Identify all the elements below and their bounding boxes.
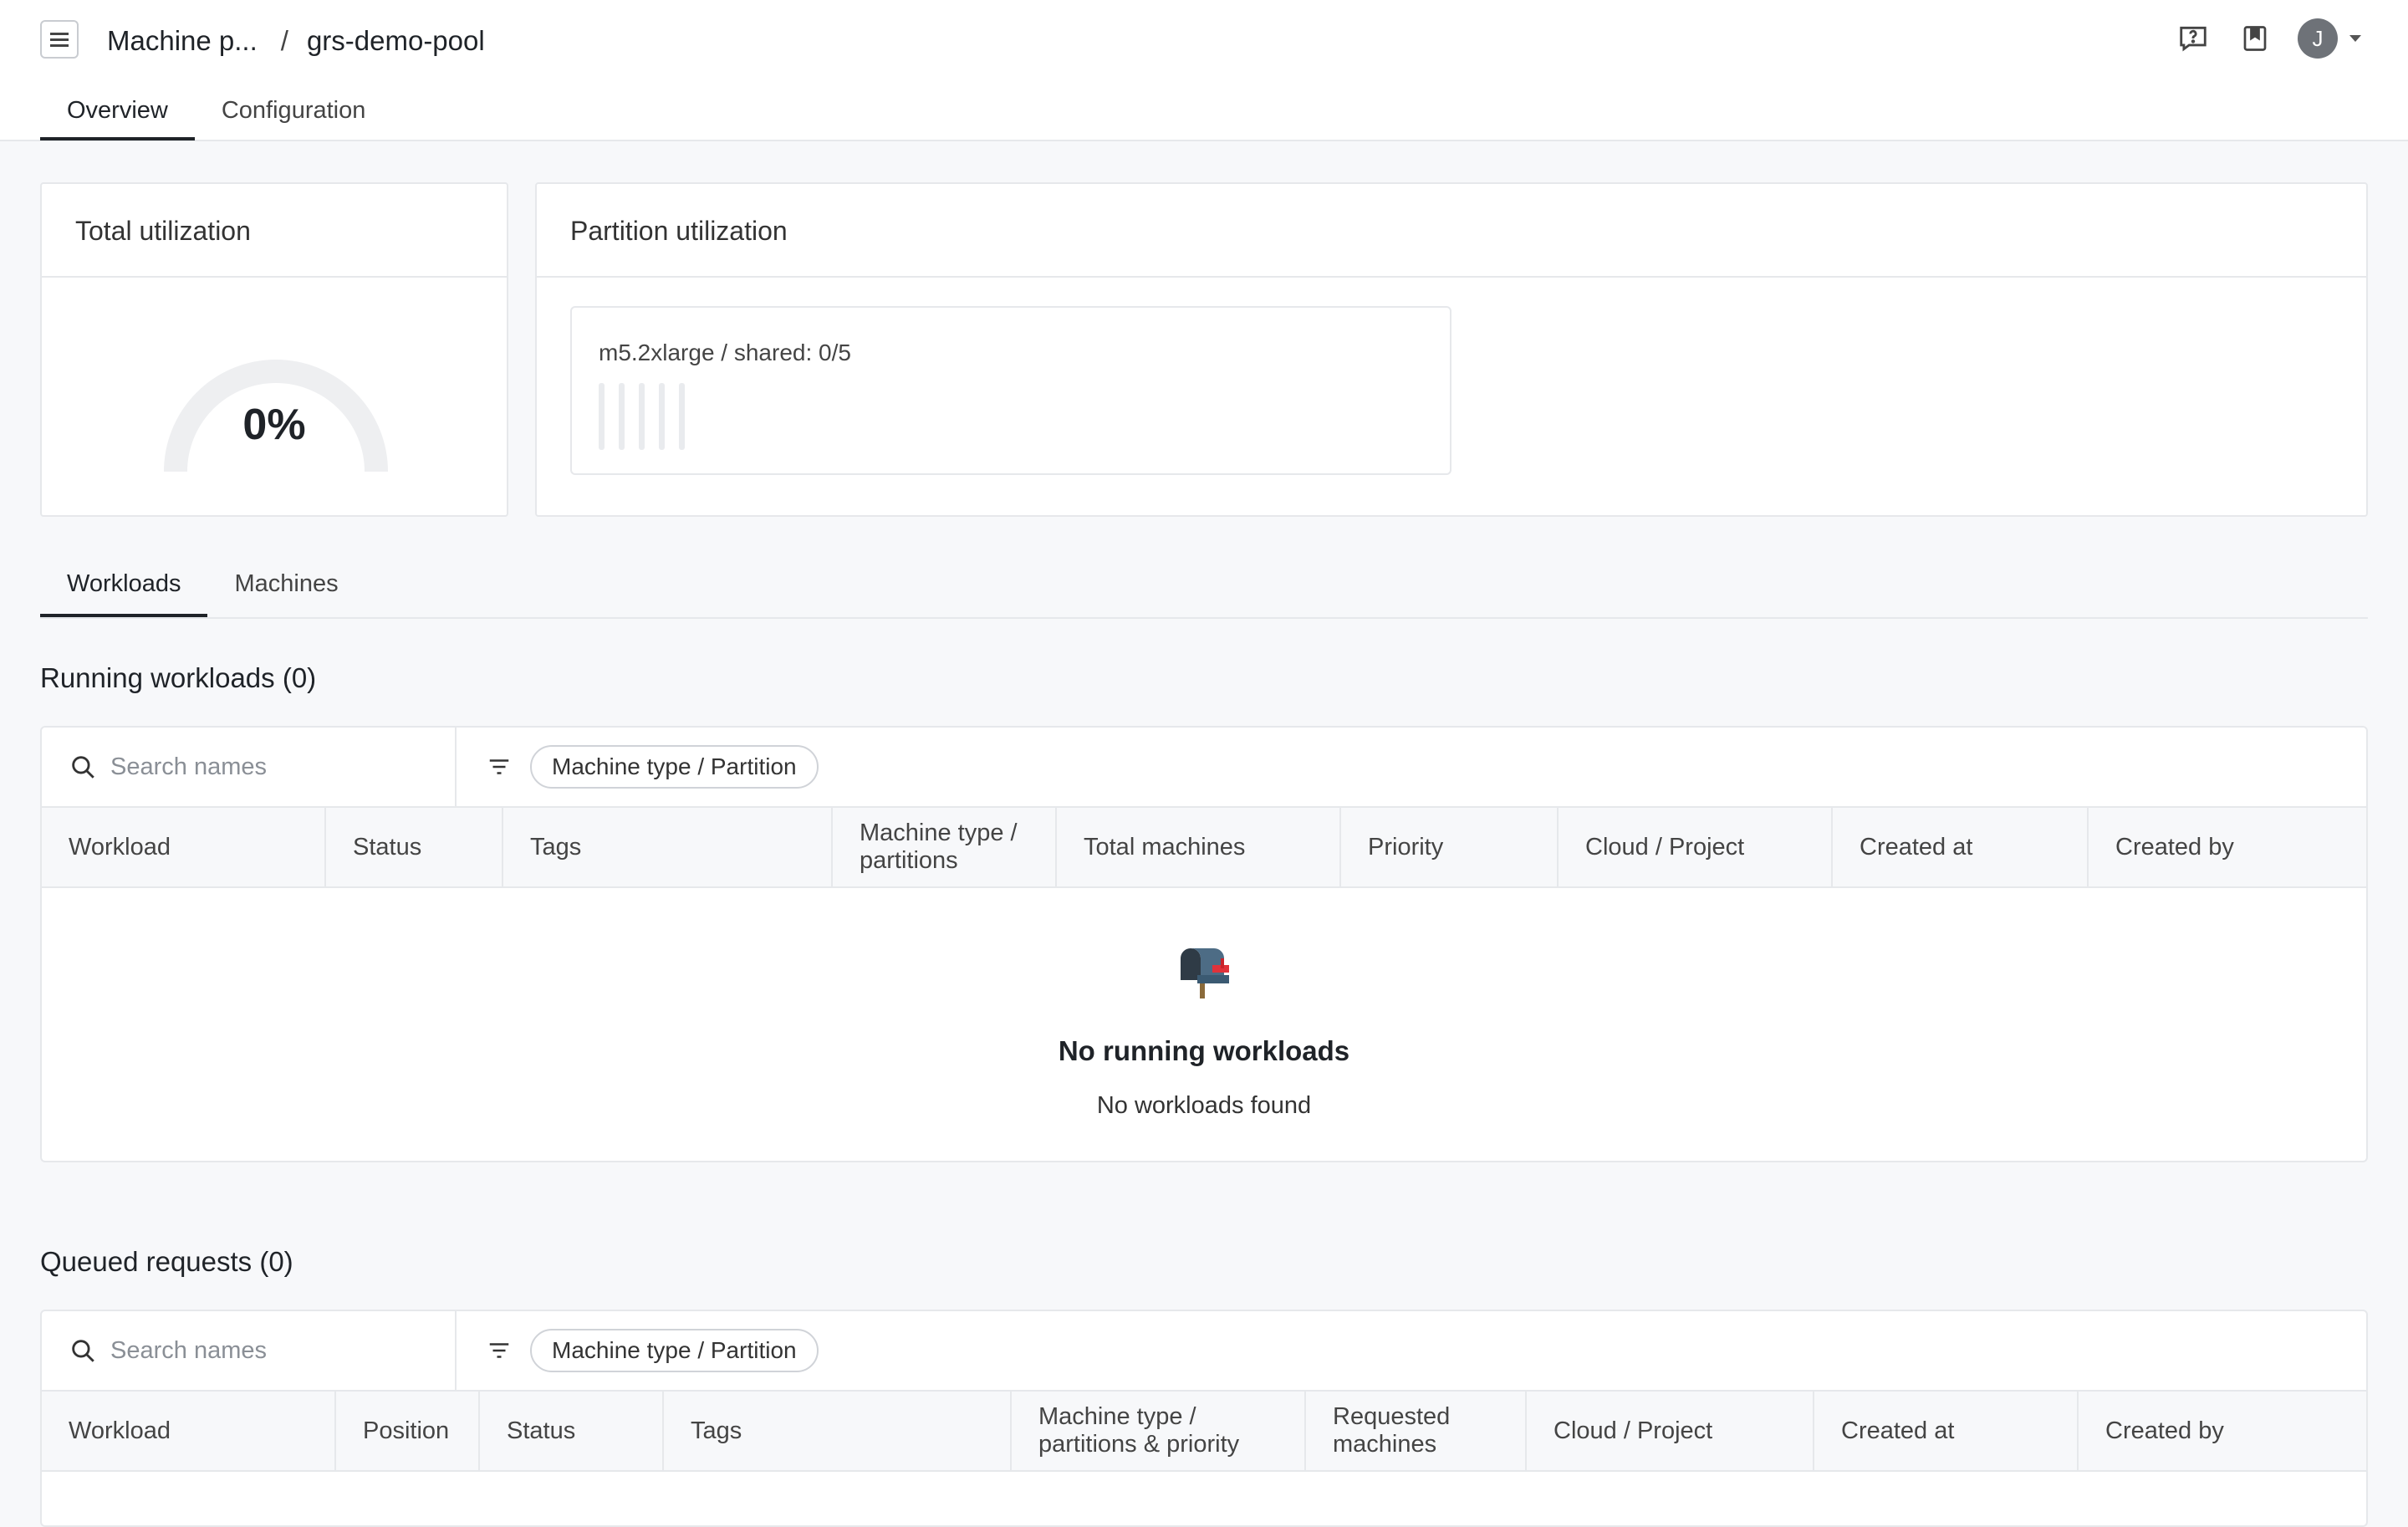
queued-requests-title: Queued requests (0) — [40, 1246, 293, 1277]
column-header[interactable]: Requested machines — [1306, 1392, 1527, 1470]
column-header[interactable]: Total machines — [1057, 808, 1341, 886]
running-search — [42, 728, 457, 806]
column-header[interactable]: Position — [336, 1392, 480, 1470]
column-header[interactable]: Workload — [42, 1392, 336, 1470]
queued-search — [42, 1311, 457, 1390]
column-header[interactable]: Created by — [2089, 808, 2366, 886]
column-header[interactable]: Machine type / partitions & priority — [1012, 1392, 1306, 1470]
partition-slot-bar — [619, 383, 625, 450]
column-header[interactable]: Cloud / Project — [1559, 808, 1833, 886]
tab-configuration[interactable]: Configuration — [195, 90, 393, 140]
partition-box: m5.2xlarge / shared: 0/5 — [570, 306, 1451, 475]
breadcrumb-current: grs-demo-pool — [306, 25, 485, 56]
running-workloads-table: Machine type / Partition Workload Status… — [40, 726, 2368, 1162]
menu-icon — [50, 33, 69, 47]
empty-subtitle: No workloads found — [1096, 1092, 1312, 1119]
column-header[interactable]: Created at — [1814, 1392, 2079, 1470]
machine-type-filter-chip[interactable]: Machine type / Partition — [530, 745, 819, 789]
machine-type-filter-chip[interactable]: Machine type / Partition — [530, 1329, 819, 1372]
user-menu[interactable]: J — [2298, 18, 2361, 59]
queued-search-input[interactable] — [110, 1336, 428, 1365]
running-search-input[interactable] — [110, 753, 428, 781]
partition-utilization-card: Partition utilization m5.2xlarge / share… — [535, 182, 2368, 517]
filter-icon[interactable] — [487, 1338, 512, 1363]
column-header[interactable]: Priority — [1341, 808, 1559, 886]
column-header[interactable]: Created at — [1833, 808, 2089, 886]
workload-tabs: Workloads Machines — [40, 560, 2368, 619]
search-icon — [72, 756, 94, 779]
empty-state: No running workloads No workloads found — [42, 888, 2366, 1161]
menu-button[interactable] — [40, 20, 79, 59]
total-utilization-card: Total utilization 0% — [40, 182, 508, 517]
help-icon[interactable] — [2174, 19, 2212, 58]
filter-icon[interactable] — [487, 754, 512, 779]
breadcrumb-parent-link[interactable]: Machine p... — [107, 25, 258, 57]
partition-label: m5.2xlarge / shared: 0/5 — [599, 340, 851, 365]
avatar: J — [2298, 18, 2338, 59]
running-table-header: Workload Status Tags Machine type / part… — [42, 808, 2366, 888]
column-header[interactable]: Status — [326, 808, 503, 886]
queued-table-header: Workload Position Status Tags Machine ty… — [42, 1392, 2366, 1472]
search-icon — [72, 1340, 94, 1362]
partition-slot-bar — [659, 383, 665, 450]
empty-title: No running workloads — [1058, 1035, 1350, 1066]
column-header[interactable]: Created by — [2079, 1392, 2366, 1470]
partition-slot-bar — [639, 383, 645, 450]
breadcrumb: Machine p... / grs-demo-pool — [107, 22, 485, 60]
bookmark-icon[interactable] — [2236, 19, 2274, 58]
tab-overview[interactable]: Overview — [40, 90, 195, 140]
chevron-down-icon — [2349, 35, 2361, 42]
column-header[interactable]: Workload — [42, 808, 326, 886]
tab-machines[interactable]: Machines — [207, 560, 365, 617]
column-header[interactable]: Status — [480, 1392, 664, 1470]
column-header[interactable]: Tags — [503, 808, 833, 886]
tab-workloads[interactable]: Workloads — [40, 560, 208, 617]
partition-bars — [599, 383, 685, 450]
column-header[interactable]: Cloud / Project — [1527, 1392, 1814, 1470]
partition-utilization-title: Partition utilization — [537, 184, 2366, 278]
partition-slot-bar — [679, 383, 685, 450]
top-header: Machine p... / grs-demo-pool J Overview … — [0, 0, 2408, 141]
breadcrumb-separator: / — [280, 25, 288, 56]
column-header[interactable]: Machine type / partitions — [833, 808, 1057, 886]
utilization-value: 0% — [242, 401, 306, 449]
column-header[interactable]: Tags — [664, 1392, 1012, 1470]
mailbox-icon — [42, 947, 2366, 1000]
queued-requests-table: Machine type / Partition Workload Positi… — [40, 1310, 2368, 1527]
running-workloads-title: Running workloads (0) — [40, 662, 317, 693]
partition-slot-bar — [599, 383, 605, 450]
